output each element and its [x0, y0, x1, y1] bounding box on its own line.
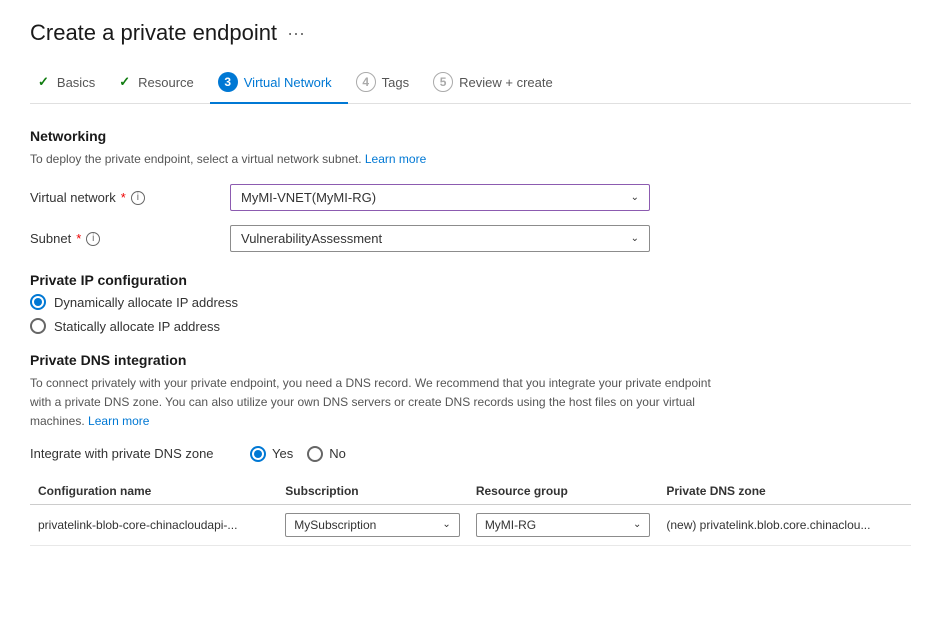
col-config-name: Configuration name	[30, 478, 277, 505]
wizard-nav: ✓ Basics ✓ Resource 3 Virtual Network 4 …	[30, 64, 911, 104]
private-dns-desc: To connect privately with your private e…	[30, 374, 730, 432]
subnet-label-container: Subnet * i	[30, 231, 230, 246]
dns-subscription-cell: MySubscription ⌄	[277, 504, 468, 545]
integrate-dns-row: Integrate with private DNS zone Yes No	[30, 446, 911, 462]
private-ip-section: Private IP configuration Dynamically all…	[30, 272, 911, 334]
dns-yes-option[interactable]: Yes	[250, 446, 293, 462]
dynamic-ip-option[interactable]: Dynamically allocate IP address	[30, 294, 911, 310]
private-ip-title: Private IP configuration	[30, 272, 911, 288]
col-private-dns-zone: Private DNS zone	[658, 478, 911, 505]
static-ip-radio[interactable]	[30, 318, 46, 334]
dns-subscription-dropdown[interactable]: MySubscription ⌄	[285, 513, 460, 537]
subnet-row: Subnet * i VulnerabilityAssessment ⌄	[30, 225, 911, 252]
virtual-network-required: *	[121, 190, 126, 205]
wizard-step-virtual-network[interactable]: 3 Virtual Network	[210, 64, 348, 104]
dns-resource-group-cell: MyMI-RG ⌄	[468, 504, 659, 545]
dns-learn-more[interactable]: Learn more	[88, 414, 149, 428]
subnet-required: *	[76, 231, 81, 246]
virtual-network-dropdown-arrow: ⌄	[631, 192, 639, 203]
static-ip-option[interactable]: Statically allocate IP address	[30, 318, 911, 334]
dns-resource-group-dropdown[interactable]: MyMI-RG ⌄	[476, 513, 651, 537]
static-ip-label: Statically allocate IP address	[54, 319, 220, 334]
private-dns-section: Private DNS integration To connect priva…	[30, 352, 911, 546]
virtual-network-label: Virtual Network	[244, 75, 332, 90]
dns-no-option[interactable]: No	[307, 446, 346, 462]
basics-checkmark: ✓	[38, 74, 49, 90]
col-resource-group: Resource group	[468, 478, 659, 505]
review-label: Review + create	[459, 75, 553, 90]
virtual-network-value: MyMI-VNET(MyMI-RG)	[241, 190, 376, 205]
resource-label: Resource	[138, 75, 194, 90]
page-title-menu[interactable]: ···	[287, 23, 305, 44]
subnet-dropdown[interactable]: VulnerabilityAssessment ⌄	[230, 225, 650, 252]
virtual-network-info-icon[interactable]: i	[131, 191, 145, 205]
dns-no-radio[interactable]	[307, 446, 323, 462]
dns-no-label: No	[329, 446, 346, 461]
dns-subscription-value: MySubscription	[294, 518, 376, 532]
subnet-field-label: Subnet	[30, 231, 71, 246]
dns-resource-group-arrow: ⌄	[633, 519, 641, 530]
dns-private-dns-zone: (new) privatelink.blob.core.chinaclou...	[658, 504, 911, 545]
wizard-step-resource[interactable]: ✓ Resource	[111, 66, 210, 102]
dynamic-ip-label: Dynamically allocate IP address	[54, 295, 238, 310]
review-num: 5	[433, 72, 453, 92]
basics-label: Basics	[57, 75, 95, 90]
virtual-network-field-label: Virtual network	[30, 190, 116, 205]
dynamic-ip-radio[interactable]	[30, 294, 46, 310]
subnet-info-icon[interactable]: i	[86, 232, 100, 246]
wizard-step-basics[interactable]: ✓ Basics	[30, 66, 111, 102]
col-subscription: Subscription	[277, 478, 468, 505]
networking-section: Networking To deploy the private endpoin…	[30, 128, 911, 252]
page-title-container: Create a private endpoint ···	[30, 20, 911, 46]
networking-desc: To deploy the private endpoint, select a…	[30, 150, 911, 168]
virtual-network-dropdown[interactable]: MyMI-VNET(MyMI-RG) ⌄	[230, 184, 650, 211]
dns-toggle-group: Yes No	[250, 446, 346, 462]
networking-title: Networking	[30, 128, 911, 144]
tags-label: Tags	[382, 75, 409, 90]
dns-resource-group-value: MyMI-RG	[485, 518, 536, 532]
wizard-step-tags[interactable]: 4 Tags	[348, 64, 425, 104]
virtual-network-row: Virtual network * i MyMI-VNET(MyMI-RG) ⌄	[30, 184, 911, 211]
wizard-step-review[interactable]: 5 Review + create	[425, 64, 569, 104]
networking-learn-more[interactable]: Learn more	[365, 152, 426, 166]
virtual-network-label-container: Virtual network * i	[30, 190, 230, 205]
dns-config-name: privatelink-blob-core-chinacloudapi-...	[30, 504, 277, 545]
private-dns-title: Private DNS integration	[30, 352, 911, 368]
page-title: Create a private endpoint	[30, 20, 277, 46]
dns-table: Configuration name Subscription Resource…	[30, 478, 911, 546]
dns-table-row: privatelink-blob-core-chinacloudapi-... …	[30, 504, 911, 545]
dns-yes-label: Yes	[272, 446, 293, 461]
integrate-dns-label: Integrate with private DNS zone	[30, 446, 230, 461]
subnet-value: VulnerabilityAssessment	[241, 231, 382, 246]
tags-num: 4	[356, 72, 376, 92]
virtual-network-num: 3	[218, 72, 238, 92]
subnet-dropdown-arrow: ⌄	[631, 233, 639, 244]
private-ip-radio-group: Dynamically allocate IP address Statical…	[30, 294, 911, 334]
resource-checkmark: ✓	[119, 74, 130, 90]
dns-subscription-arrow: ⌄	[442, 519, 450, 530]
dns-yes-radio[interactable]	[250, 446, 266, 462]
